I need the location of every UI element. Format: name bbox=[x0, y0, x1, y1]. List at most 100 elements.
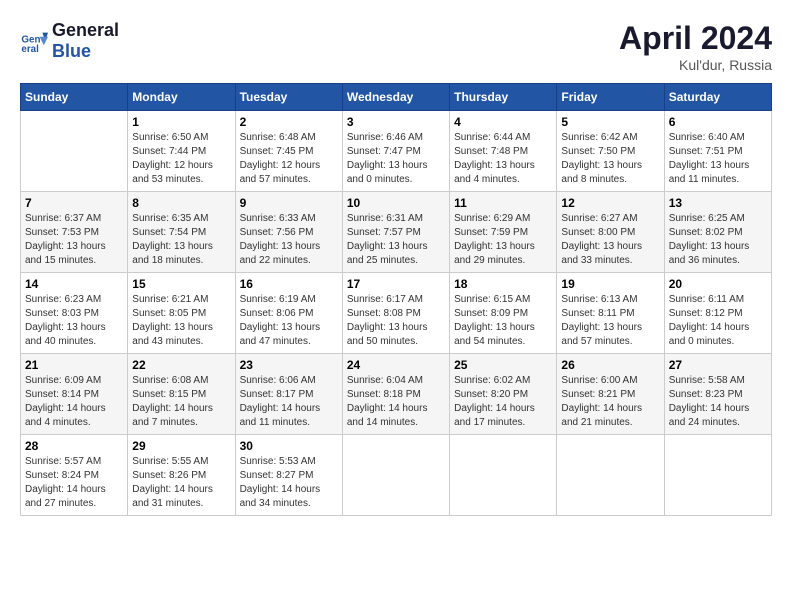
day-info: Sunrise: 6:33 AM Sunset: 7:56 PM Dayligh… bbox=[240, 212, 338, 268]
day-info: Sunrise: 5:57 AM Sunset: 8:24 PM Dayligh… bbox=[25, 455, 123, 511]
calendar-cell: 30Sunrise: 5:53 AM Sunset: 8:27 PM Dayli… bbox=[235, 435, 342, 516]
weekday-header-tuesday: Tuesday bbox=[235, 84, 342, 111]
day-number: 17 bbox=[347, 277, 445, 291]
calendar-cell: 3Sunrise: 6:46 AM Sunset: 7:47 PM Daylig… bbox=[342, 111, 449, 192]
calendar-cell: 15 Sunrise: 6:21 AM Sunset: 8:05 PM Dayli… bbox=[128, 273, 235, 354]
weekday-header-saturday: Saturday bbox=[664, 84, 771, 111]
day-info: Sunrise: 6:46 AM Sunset: 7:47 PM Dayligh… bbox=[347, 131, 445, 187]
day-number: 16 bbox=[240, 277, 338, 291]
calendar-cell: 21 Sunrise: 6:09 AM Sunset: 8:14 PM Dayli… bbox=[21, 354, 128, 435]
day-number: 1 bbox=[132, 115, 230, 129]
day-info: Sunrise: 6:29 AM Sunset: 7:59 PM Dayligh… bbox=[454, 212, 552, 268]
calendar-cell: 2 Sunrise: 6:48 AM Sunset: 7:45 PM Daylig… bbox=[235, 111, 342, 192]
day-info: Sunrise: 5:55 AM Sunset: 8:26 PM Dayligh… bbox=[132, 455, 230, 511]
day-info: Sunrise: 6:11 AM Sunset: 8:12 PM Dayligh… bbox=[669, 293, 767, 349]
day-info: Sunrise: 6:27 AM Sunset: 8:00 PM Dayligh… bbox=[561, 212, 659, 268]
calendar-cell: 7 Sunrise: 6:37 AM Sunset: 7:53 PM Daylig… bbox=[21, 192, 128, 273]
calendar-cell bbox=[342, 435, 449, 516]
day-number: 23 bbox=[240, 358, 338, 372]
calendar-cell bbox=[21, 111, 128, 192]
day-info: Sunrise: 6:00 AM Sunset: 8:21 PM Dayligh… bbox=[561, 374, 659, 430]
day-number: 10 bbox=[347, 196, 445, 210]
calendar-cell: 4 Sunrise: 6:44 AM Sunset: 7:48 PM Daylig… bbox=[450, 111, 557, 192]
day-number: 15 bbox=[132, 277, 230, 291]
weekday-header-friday: Friday bbox=[557, 84, 664, 111]
calendar-cell: 27Sunrise: 5:58 AM Sunset: 8:23 PM Dayli… bbox=[664, 354, 771, 435]
calendar-cell: 20 Sunrise: 6:11 AM Sunset: 8:12 PM Dayli… bbox=[664, 273, 771, 354]
logo: Gen eral General Blue bbox=[20, 20, 119, 62]
day-info: Sunrise: 6:09 AM Sunset: 8:14 PM Dayligh… bbox=[25, 374, 123, 430]
calendar-cell: 12 Sunrise: 6:27 AM Sunset: 8:00 PM Dayli… bbox=[557, 192, 664, 273]
calendar-cell: 18 Sunrise: 6:15 AM Sunset: 8:09 PM Dayli… bbox=[450, 273, 557, 354]
day-info: Sunrise: 6:08 AM Sunset: 8:15 PM Dayligh… bbox=[132, 374, 230, 430]
month-year: April 2024 bbox=[619, 20, 772, 57]
day-number: 2 bbox=[240, 115, 338, 129]
day-info: Sunrise: 6:48 AM Sunset: 7:45 PM Dayligh… bbox=[240, 131, 338, 187]
day-info: Sunrise: 6:13 AM Sunset: 8:11 PM Dayligh… bbox=[561, 293, 659, 349]
calendar-cell: 13 Sunrise: 6:25 AM Sunset: 8:02 PM Dayli… bbox=[664, 192, 771, 273]
day-info: Sunrise: 6:25 AM Sunset: 8:02 PM Dayligh… bbox=[669, 212, 767, 268]
calendar-cell: 23Sunrise: 6:06 AM Sunset: 8:17 PM Dayli… bbox=[235, 354, 342, 435]
day-number: 24 bbox=[347, 358, 445, 372]
svg-text:eral: eral bbox=[21, 44, 39, 55]
day-number: 12 bbox=[561, 196, 659, 210]
calendar-cell: 22 Sunrise: 6:08 AM Sunset: 8:15 PM Dayli… bbox=[128, 354, 235, 435]
day-info: Sunrise: 6:21 AM Sunset: 8:05 PM Dayligh… bbox=[132, 293, 230, 349]
day-info: Sunrise: 6:37 AM Sunset: 7:53 PM Dayligh… bbox=[25, 212, 123, 268]
calendar-cell bbox=[557, 435, 664, 516]
day-info: Sunrise: 5:53 AM Sunset: 8:27 PM Dayligh… bbox=[240, 455, 338, 511]
day-info: Sunrise: 6:35 AM Sunset: 7:54 PM Dayligh… bbox=[132, 212, 230, 268]
day-number: 18 bbox=[454, 277, 552, 291]
calendar-cell: 28 Sunrise: 5:57 AM Sunset: 8:24 PM Dayli… bbox=[21, 435, 128, 516]
calendar-table: SundayMondayTuesdayWednesdayThursdayFrid… bbox=[20, 83, 772, 516]
day-info: Sunrise: 6:40 AM Sunset: 7:51 PM Dayligh… bbox=[669, 131, 767, 187]
calendar-cell: 24 Sunrise: 6:04 AM Sunset: 8:18 PM Dayli… bbox=[342, 354, 449, 435]
day-number: 25 bbox=[454, 358, 552, 372]
day-number: 8 bbox=[132, 196, 230, 210]
day-number: 26 bbox=[561, 358, 659, 372]
day-info: Sunrise: 6:44 AM Sunset: 7:48 PM Dayligh… bbox=[454, 131, 552, 187]
day-number: 13 bbox=[669, 196, 767, 210]
weekday-header-thursday: Thursday bbox=[450, 84, 557, 111]
day-number: 7 bbox=[25, 196, 123, 210]
day-info: Sunrise: 6:31 AM Sunset: 7:57 PM Dayligh… bbox=[347, 212, 445, 268]
calendar-cell: 1 Sunrise: 6:50 AM Sunset: 7:44 PM Daylig… bbox=[128, 111, 235, 192]
day-number: 11 bbox=[454, 196, 552, 210]
day-info: Sunrise: 6:17 AM Sunset: 8:08 PM Dayligh… bbox=[347, 293, 445, 349]
day-info: Sunrise: 6:04 AM Sunset: 8:18 PM Dayligh… bbox=[347, 374, 445, 430]
calendar-cell: 5 Sunrise: 6:42 AM Sunset: 7:50 PM Daylig… bbox=[557, 111, 664, 192]
page-header: Gen eral General Blue April 2024 Kul'dur… bbox=[20, 20, 772, 73]
calendar-cell: 29 Sunrise: 5:55 AM Sunset: 8:26 PM Dayli… bbox=[128, 435, 235, 516]
day-number: 21 bbox=[25, 358, 123, 372]
day-number: 29 bbox=[132, 439, 230, 453]
day-number: 22 bbox=[132, 358, 230, 372]
calendar-cell bbox=[664, 435, 771, 516]
day-info: Sunrise: 6:02 AM Sunset: 8:20 PM Dayligh… bbox=[454, 374, 552, 430]
title-block: April 2024 Kul'dur, Russia bbox=[619, 20, 772, 73]
logo-icon: Gen eral bbox=[20, 27, 48, 55]
weekday-header-sunday: Sunday bbox=[21, 84, 128, 111]
day-info: Sunrise: 6:23 AM Sunset: 8:03 PM Dayligh… bbox=[25, 293, 123, 349]
calendar-cell bbox=[450, 435, 557, 516]
day-info: Sunrise: 5:58 AM Sunset: 8:23 PM Dayligh… bbox=[669, 374, 767, 430]
day-number: 9 bbox=[240, 196, 338, 210]
day-info: Sunrise: 6:50 AM Sunset: 7:44 PM Dayligh… bbox=[132, 131, 230, 187]
day-info: Sunrise: 6:19 AM Sunset: 8:06 PM Dayligh… bbox=[240, 293, 338, 349]
day-info: Sunrise: 6:42 AM Sunset: 7:50 PM Dayligh… bbox=[561, 131, 659, 187]
calendar-cell: 26 Sunrise: 6:00 AM Sunset: 8:21 PM Dayli… bbox=[557, 354, 664, 435]
day-info: Sunrise: 6:15 AM Sunset: 8:09 PM Dayligh… bbox=[454, 293, 552, 349]
calendar-cell: 8 Sunrise: 6:35 AM Sunset: 7:54 PM Daylig… bbox=[128, 192, 235, 273]
day-number: 19 bbox=[561, 277, 659, 291]
calendar-cell: 10 Sunrise: 6:31 AM Sunset: 7:57 PM Dayli… bbox=[342, 192, 449, 273]
day-number: 14 bbox=[25, 277, 123, 291]
calendar-cell: 11 Sunrise: 6:29 AM Sunset: 7:59 PM Dayli… bbox=[450, 192, 557, 273]
calendar-cell: 16 Sunrise: 6:19 AM Sunset: 8:06 PM Dayli… bbox=[235, 273, 342, 354]
calendar-cell: 25 Sunrise: 6:02 AM Sunset: 8:20 PM Dayli… bbox=[450, 354, 557, 435]
weekday-header-wednesday: Wednesday bbox=[342, 84, 449, 111]
day-number: 4 bbox=[454, 115, 552, 129]
day-number: 5 bbox=[561, 115, 659, 129]
day-number: 28 bbox=[25, 439, 123, 453]
calendar-cell: 9 Sunrise: 6:33 AM Sunset: 7:56 PM Daylig… bbox=[235, 192, 342, 273]
day-number: 20 bbox=[669, 277, 767, 291]
logo-text: General Blue bbox=[52, 20, 119, 62]
